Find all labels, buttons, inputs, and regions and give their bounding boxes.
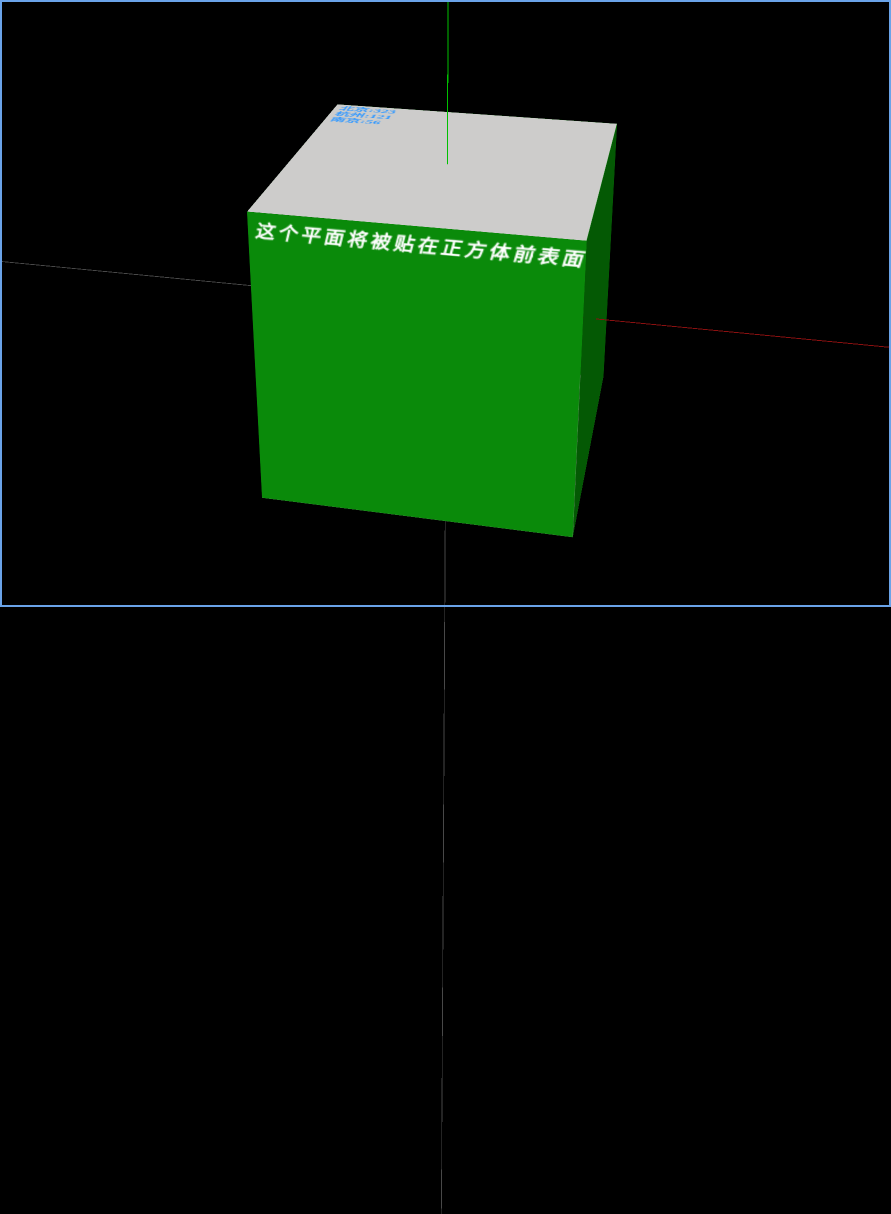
- viewport-3d[interactable]: 北京:323 杭州:121 南京:56 这个平面将被贴在正方体前表面: [0, 0, 891, 607]
- city-value: 56: [363, 119, 382, 125]
- cube-face-front: 这个平面将被贴在正方体前表面: [246, 211, 586, 537]
- city-data-overlay: 北京:323 杭州:121 南京:56: [328, 105, 397, 126]
- cube[interactable]: 北京:323 杭州:121 南京:56 这个平面将被贴在正方体前表面: [296, 152, 603, 449]
